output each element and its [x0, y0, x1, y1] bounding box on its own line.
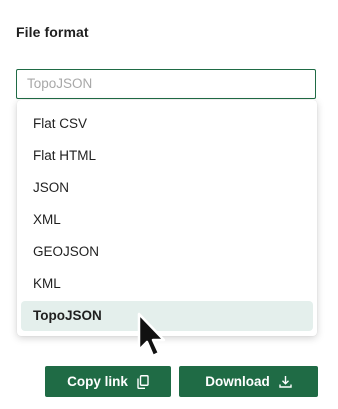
file-format-panel: File format TopoJSON Flat CSV Flat HTML … — [0, 0, 338, 409]
download-icon — [279, 375, 292, 388]
option-geojson[interactable]: GEOJSON — [21, 237, 313, 267]
option-flat-html[interactable]: Flat HTML — [21, 141, 313, 171]
file-format-select[interactable]: TopoJSON — [16, 69, 316, 99]
file-format-label: File format — [16, 24, 89, 40]
file-format-dropdown: Flat CSV Flat HTML JSON XML GEOJSON KML … — [17, 100, 317, 336]
download-label: Download — [205, 374, 270, 389]
copy-link-button[interactable]: Copy link — [45, 366, 171, 397]
option-xml[interactable]: XML — [21, 205, 313, 235]
copy-icon — [137, 374, 149, 389]
option-flat-csv[interactable]: Flat CSV — [21, 109, 313, 139]
copy-link-label: Copy link — [67, 374, 128, 389]
mouse-pointer-icon — [136, 312, 170, 362]
option-kml[interactable]: KML — [21, 269, 313, 299]
download-button[interactable]: Download — [179, 366, 318, 397]
option-json[interactable]: JSON — [21, 173, 313, 203]
